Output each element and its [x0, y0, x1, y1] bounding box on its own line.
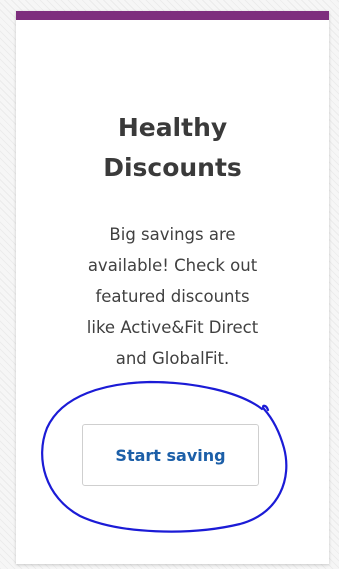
card-accent-bar: [16, 11, 329, 20]
healthy-discounts-card: Healthy Discounts Big savings are availa…: [16, 11, 329, 564]
card-description: Big savings are available! Check out fea…: [86, 225, 259, 368]
start-saving-button[interactable]: Start saving: [82, 424, 259, 486]
card-title: Healthy Discounts: [103, 113, 242, 182]
